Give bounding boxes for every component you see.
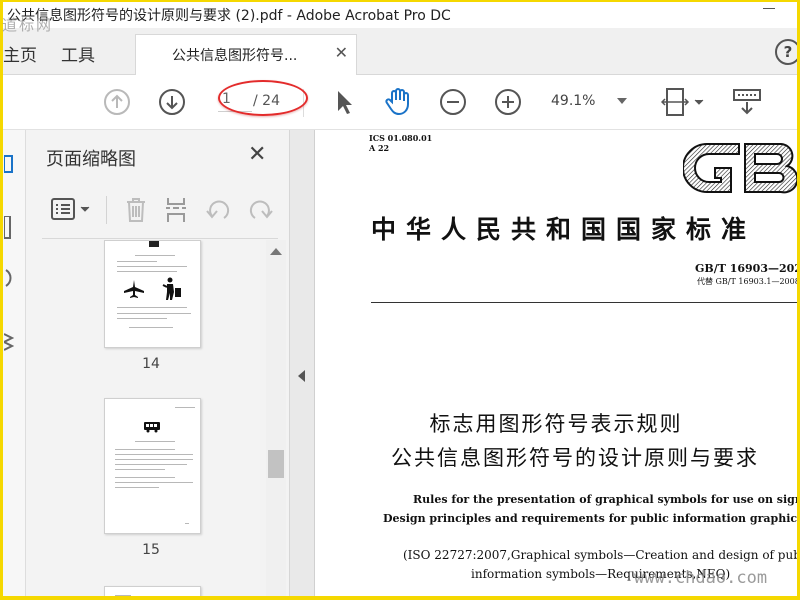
document-title-line1: 标志用图形符号表示规则 [429, 412, 683, 436]
attachment-rail-icon[interactable] [4, 268, 14, 288]
toolbar: 1 / 24 49.1% [3, 75, 797, 130]
close-tab-icon[interactable]: ✕ [335, 43, 348, 62]
thumbnail-text-line [117, 307, 187, 308]
minimize-button[interactable] [763, 8, 775, 9]
thumbnail-text-line [117, 313, 191, 314]
scrollbar-thumb[interactable] [268, 450, 284, 478]
document-title-line2: 公共信息图形符号的设计原则与要求 [391, 446, 759, 470]
site-watermark-bottom: www.chdao.com [634, 568, 768, 588]
english-title-line2: Design principles and requirements for p… [383, 512, 797, 525]
window-title: 公共信息图形符号的设计原则与要求 (2).pdf - Adobe Acrobat… [7, 8, 451, 24]
national-standard-heading: 中华人民共和国国家标准 [371, 215, 757, 244]
thumbnails-rail-icon[interactable] [4, 154, 14, 174]
thumbnail-text-line [115, 469, 165, 470]
insert-page-icon[interactable] [162, 196, 190, 224]
thumbnail-text-line [115, 454, 193, 455]
panel-toolbar [42, 190, 278, 230]
header-rule [371, 302, 797, 303]
document-viewer[interactable]: ICS 01.080.01 A 22 中华人民共和国国家标准 GB/T 1690… [315, 130, 797, 596]
select-tool-icon[interactable] [333, 88, 355, 116]
page-thumbnail[interactable] [104, 586, 201, 596]
bookmark-rail-icon[interactable] [4, 216, 14, 240]
tab-home[interactable]: 主页 [3, 41, 37, 66]
zoom-out-icon[interactable] [439, 88, 467, 116]
panel-collapse-strip[interactable] [290, 130, 315, 596]
thumbnail-text-line [129, 327, 173, 328]
standard-number: GB/T 16903—2021 [695, 262, 797, 275]
zoom-in-icon[interactable] [494, 88, 522, 116]
page-thumbnail[interactable] [104, 240, 201, 348]
site-watermark-top: 道标网 [2, 16, 54, 34]
tab-document[interactable]: 公共信息图形符号... ✕ [135, 34, 357, 75]
close-panel-icon[interactable]: ✕ [248, 142, 266, 167]
thumbnail-text-line [115, 477, 175, 478]
pdf-page: ICS 01.080.01 A 22 中华人民共和国国家标准 GB/T 1690… [315, 130, 797, 596]
ics-code: ICS 01.080.01 A 22 [369, 133, 432, 153]
thumbnail-text-line [115, 487, 159, 488]
thumbnail-list: 14 15 [26, 240, 266, 596]
thumbnail-text-line [117, 318, 167, 319]
layers-rail-icon[interactable] [4, 330, 14, 354]
scroll-up-icon[interactable] [270, 248, 282, 255]
thumbnail-scrollbar[interactable] [266, 240, 286, 596]
thumbnail-page-number: 14 [142, 356, 160, 372]
panel-title: 页面缩略图 [46, 149, 136, 170]
thumbnail-text-line [115, 449, 175, 450]
page-fit-icon[interactable] [661, 86, 707, 118]
bus-icon [144, 422, 160, 433]
panel-separator [42, 238, 278, 239]
english-title-line1: Rules for the presentation of graphical … [413, 493, 797, 506]
thumbnail-text-line [135, 255, 175, 256]
hand-tool-icon[interactable] [383, 86, 413, 116]
title-bar: 公共信息图形符号的设计原则与要求 (2).pdf - Adobe Acrobat… [3, 2, 797, 28]
options-menu-icon[interactable] [50, 197, 94, 223]
red-annotation-oval [218, 80, 308, 116]
replaces-standard: 代替 GB/T 16903.1—2008 [697, 277, 797, 286]
acrobat-window: 公共信息图形符号的设计原则与要求 (2).pdf - Adobe Acrobat… [3, 2, 797, 596]
previous-page-icon[interactable] [103, 88, 131, 116]
rotate-right-icon[interactable] [247, 196, 275, 224]
thumbnail-text-line [117, 261, 157, 262]
thumbnail-text-line [115, 464, 187, 465]
thumbnail-graphic [149, 241, 159, 247]
thumbnail-text-line [115, 459, 193, 460]
page-thumbnail[interactable] [104, 398, 201, 534]
thumbnail-text-line [175, 407, 195, 408]
airplane-icon [124, 280, 144, 298]
ics-number: ICS 01.080.01 [369, 133, 433, 143]
delete-page-icon[interactable] [122, 196, 150, 224]
thumbnail-text-line [115, 482, 193, 483]
iso-reference-line1: (ISO 22727:2007,Graphical symbols—Creati… [403, 548, 797, 562]
zoom-level[interactable]: 49.1% [551, 93, 595, 109]
thumbnail-text-line [135, 441, 175, 442]
next-page-icon[interactable] [158, 88, 186, 116]
thumbnail-text-line [117, 271, 177, 272]
left-tool-rail [3, 130, 26, 596]
gb-logo [683, 143, 797, 194]
thumbnail-text-line [117, 266, 187, 267]
thumbnail-text-line [115, 595, 131, 596]
thumbnail-page-number: 15 [142, 542, 160, 558]
zoom-dropdown-icon[interactable] [617, 98, 627, 104]
tab-document-label: 公共信息图形符号... [172, 48, 298, 64]
page-thumbnails-panel: 页面缩略图 ✕ 14 15 [26, 130, 290, 596]
rotate-left-icon[interactable] [204, 196, 232, 224]
thumbnail-text-line [185, 523, 189, 524]
tab-bar: 主页 工具 公共信息图形符号... ✕ [3, 28, 797, 75]
scroll-mode-icon[interactable] [731, 87, 763, 117]
collapse-panel-icon[interactable] [298, 370, 305, 382]
tab-tools[interactable]: 工具 [61, 41, 95, 66]
classification-code: A 22 [369, 143, 390, 153]
help-icon[interactable]: ? [775, 39, 797, 65]
panel-divider [106, 196, 107, 224]
baggage-person-icon [162, 277, 181, 300]
